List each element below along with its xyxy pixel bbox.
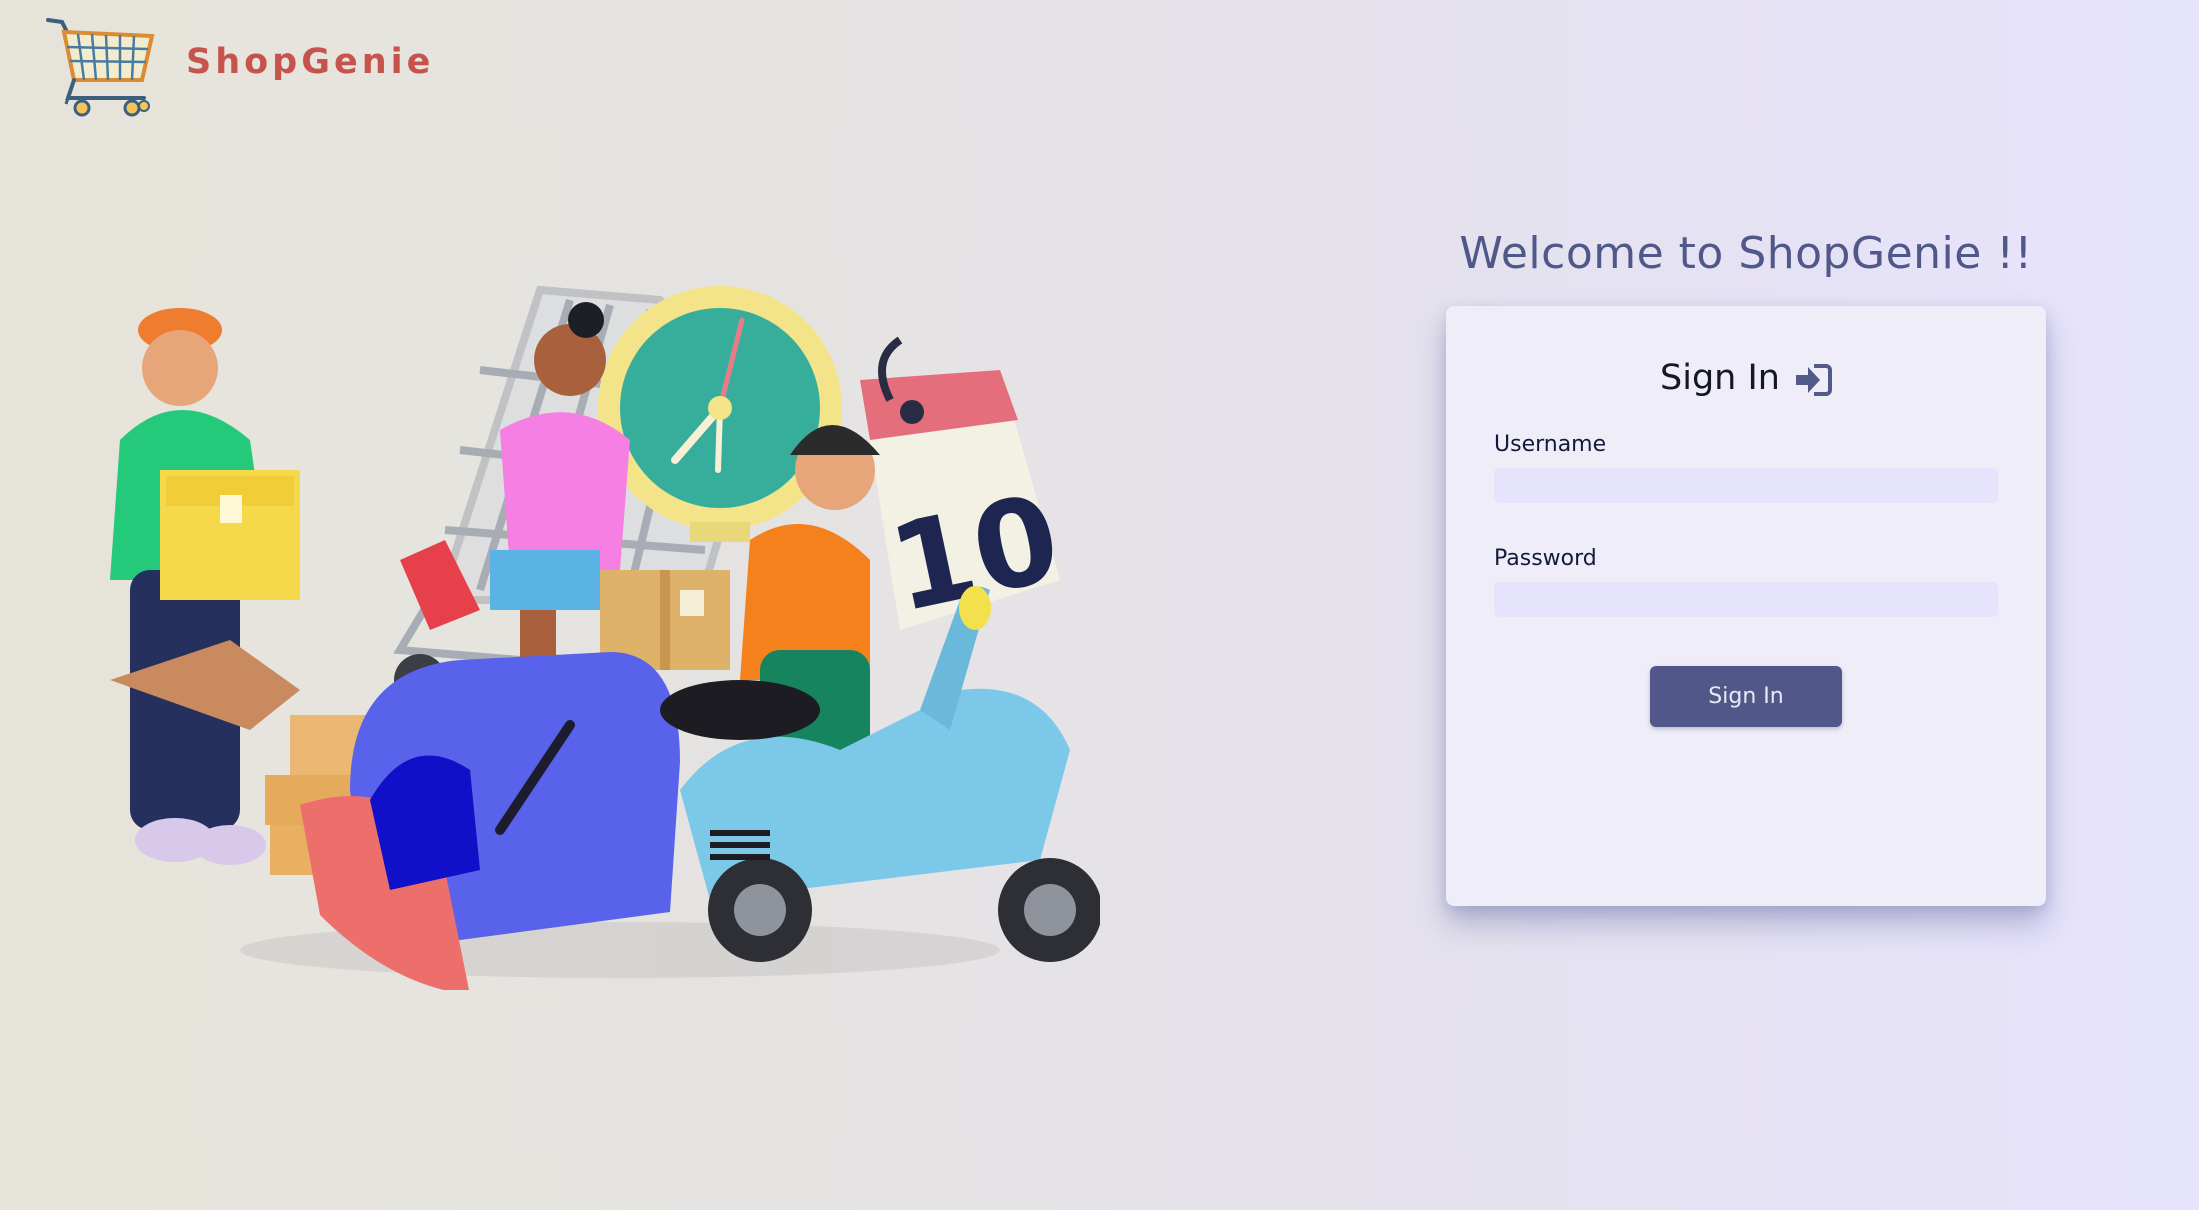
delivery-shopping-illustration: 10: [110, 285, 1100, 990]
password-label: Password: [1494, 546, 1597, 571]
username-label: Username: [1494, 432, 1607, 457]
welcome-heading: Welcome to ShopGenie !!: [1459, 228, 2033, 279]
brand-name: ShopGenie: [186, 42, 435, 82]
login-card: Sign In Username Password Sign In: [1446, 306, 2046, 906]
password-input[interactable]: [1494, 582, 1998, 617]
username-input[interactable]: [1494, 468, 1998, 503]
sign-in-icon: [1795, 364, 1832, 396]
sign-in-button[interactable]: Sign In: [1650, 666, 1842, 727]
login-title: Sign In: [1446, 358, 2046, 398]
login-title-text: Sign In: [1660, 358, 1780, 398]
shopping-cart-icon: [46, 18, 155, 117]
hero-illustration: 10: [100, 270, 1100, 990]
brand: ShopGenie: [44, 14, 434, 118]
